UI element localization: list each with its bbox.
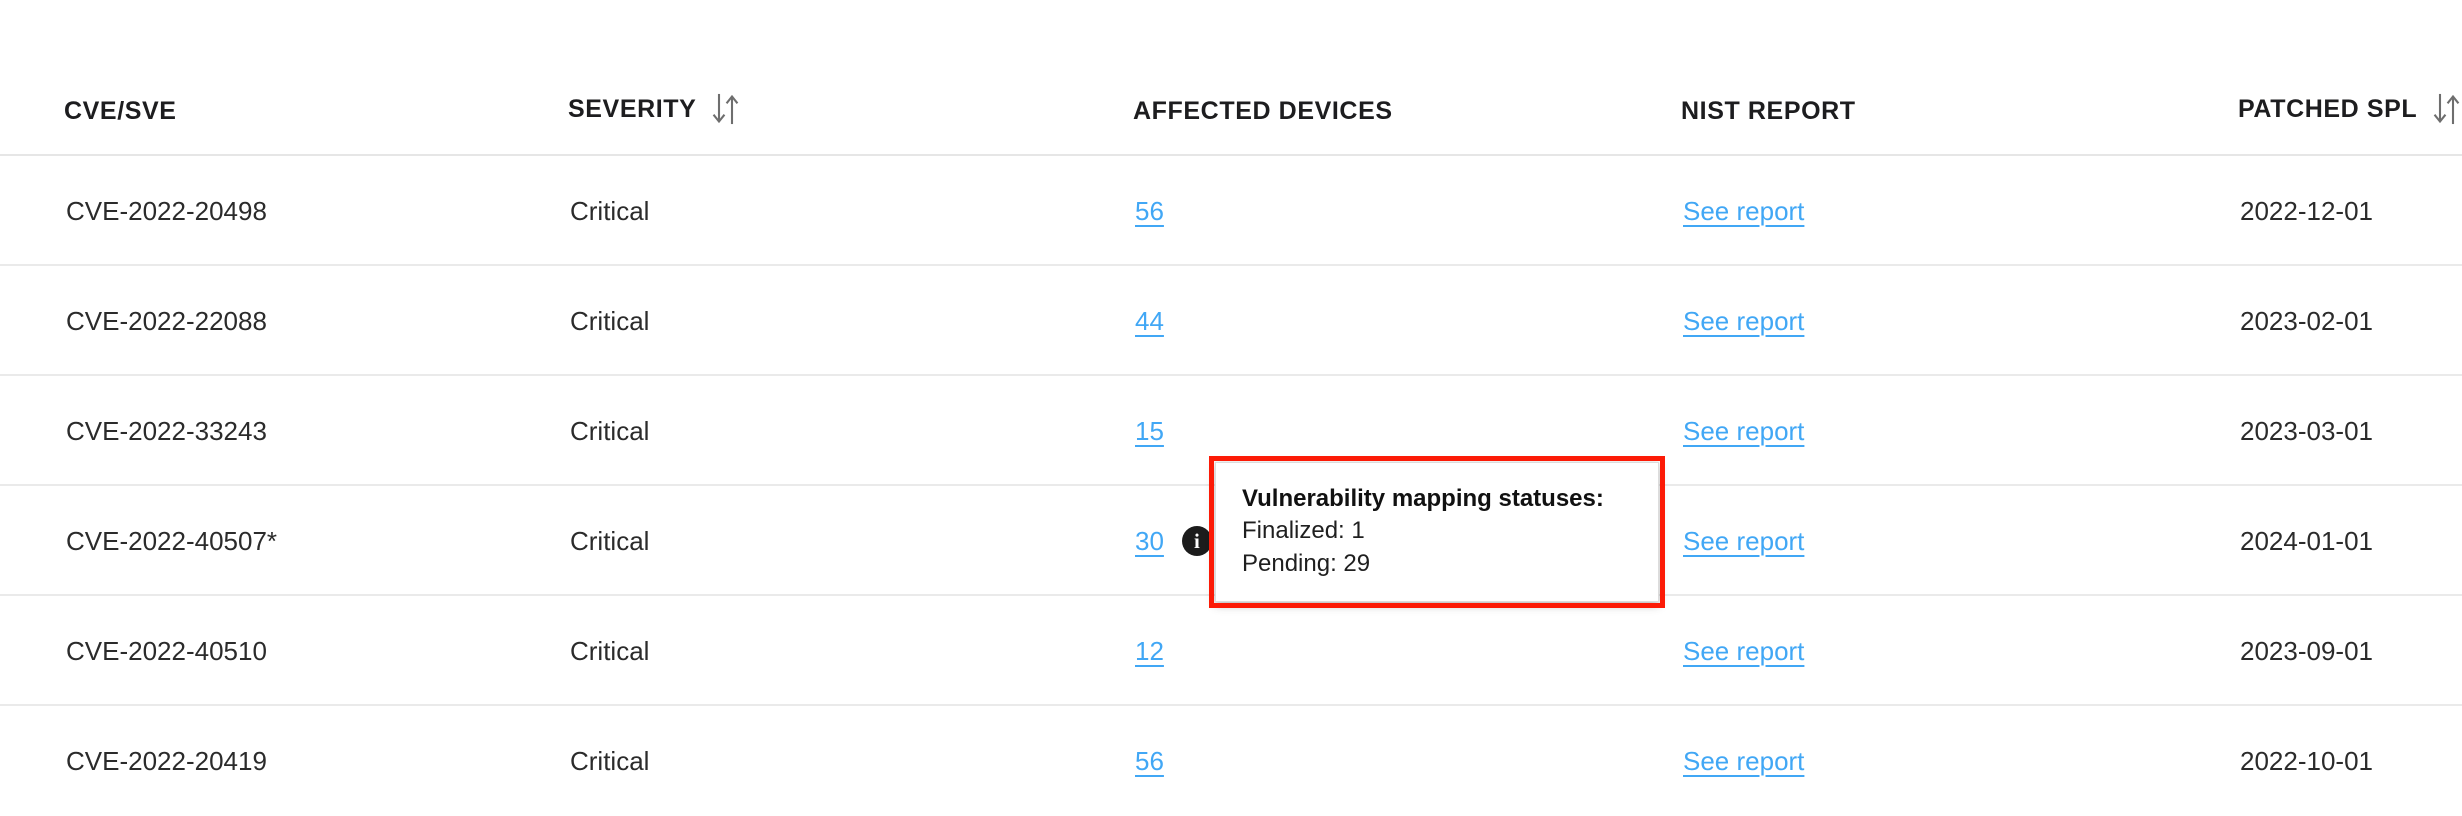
column-header-nist-report[interactable]: NIST REPORT: [1681, 97, 1856, 126]
table-header-row: CVE/SVE SEVERITY AFFECTED DEVICES NIST R…: [0, 0, 2462, 156]
affected-devices-link[interactable]: 56: [1135, 746, 1164, 777]
cell-nist-report: See report: [1683, 596, 1804, 706]
cell-severity: Critical: [570, 745, 650, 776]
table-row: CVE-2022-20498 Critical 56 See report 20…: [0, 156, 2462, 266]
column-header-affected-devices-label: AFFECTED DEVICES: [1133, 97, 1393, 125]
affected-devices-link[interactable]: 30: [1135, 526, 1164, 557]
nist-report-link[interactable]: See report: [1683, 196, 1804, 227]
cell-affected-devices: 12: [1135, 596, 1164, 706]
nist-report-link[interactable]: See report: [1683, 306, 1804, 337]
sort-arrows-icon[interactable]: [2433, 92, 2461, 126]
affected-devices-link[interactable]: 15: [1135, 416, 1164, 447]
cell-severity: Critical: [570, 525, 650, 556]
nist-report-link[interactable]: See report: [1683, 746, 1804, 777]
column-header-affected-devices[interactable]: AFFECTED DEVICES: [1133, 97, 1393, 126]
cell-cve: CVE-2022-22088: [66, 305, 267, 336]
column-header-severity-label: SEVERITY: [568, 94, 697, 123]
cell-cve: CVE-2022-33243: [66, 415, 267, 446]
cell-severity: Critical: [570, 195, 650, 226]
vulnerability-table: CVE/SVE SEVERITY AFFECTED DEVICES NIST R…: [0, 0, 2462, 812]
cell-patched-spl: 2023-03-01: [2240, 415, 2373, 446]
cell-patched-spl: 2024-01-01: [2240, 525, 2373, 556]
nist-report-link[interactable]: See report: [1683, 526, 1804, 557]
column-header-cve-label: CVE/SVE: [64, 97, 177, 125]
column-header-nist-report-label: NIST REPORT: [1681, 97, 1856, 125]
table-row: CVE-2022-22088 Critical 44 See report 20…: [0, 266, 2462, 376]
column-header-patched-spl[interactable]: PATCHED SPL: [2238, 92, 2461, 126]
cell-affected-devices: 44: [1135, 266, 1164, 376]
affected-devices-link[interactable]: 56: [1135, 196, 1164, 227]
cell-nist-report: See report: [1683, 486, 1804, 596]
cell-patched-spl: 2022-12-01: [2240, 195, 2373, 226]
column-header-cve[interactable]: CVE/SVE: [64, 97, 177, 126]
cell-patched-spl: 2022-10-01: [2240, 745, 2373, 776]
sort-arrows-icon[interactable]: [712, 92, 740, 126]
nist-report-link[interactable]: See report: [1683, 416, 1804, 447]
cell-cve: CVE-2022-20498: [66, 195, 267, 226]
cell-nist-report: See report: [1683, 156, 1804, 266]
cell-affected-devices: 56: [1135, 706, 1164, 816]
nist-report-link[interactable]: See report: [1683, 636, 1804, 667]
cell-cve: CVE-2022-40507*: [66, 525, 278, 556]
cell-patched-spl: 2023-09-01: [2240, 635, 2373, 666]
cell-cve: CVE-2022-40510: [66, 635, 267, 666]
affected-devices-link[interactable]: 12: [1135, 636, 1164, 667]
cell-severity: Critical: [570, 635, 650, 666]
cell-affected-devices: 30 i: [1135, 486, 1212, 596]
cell-severity: Critical: [570, 305, 650, 336]
table-row: CVE-2022-20419 Critical 56 See report 20…: [0, 706, 2462, 816]
cell-nist-report: See report: [1683, 266, 1804, 376]
affected-devices-link[interactable]: 44: [1135, 306, 1164, 337]
cell-patched-spl: 2023-02-01: [2240, 305, 2373, 336]
column-header-patched-spl-label: PATCHED SPL: [2238, 94, 2418, 123]
cell-affected-devices: 56: [1135, 156, 1164, 266]
cell-severity: Critical: [570, 415, 650, 446]
tooltip-highlight-annotation: [1209, 456, 1665, 608]
info-icon[interactable]: i: [1181, 526, 1212, 556]
cell-cve: CVE-2022-20419: [66, 745, 267, 776]
cell-nist-report: See report: [1683, 706, 1804, 816]
cell-affected-devices: 15: [1135, 376, 1164, 486]
table-row: CVE-2022-40510 Critical 12 See report 20…: [0, 596, 2462, 706]
column-header-severity[interactable]: SEVERITY: [568, 92, 740, 126]
cell-nist-report: See report: [1683, 376, 1804, 486]
